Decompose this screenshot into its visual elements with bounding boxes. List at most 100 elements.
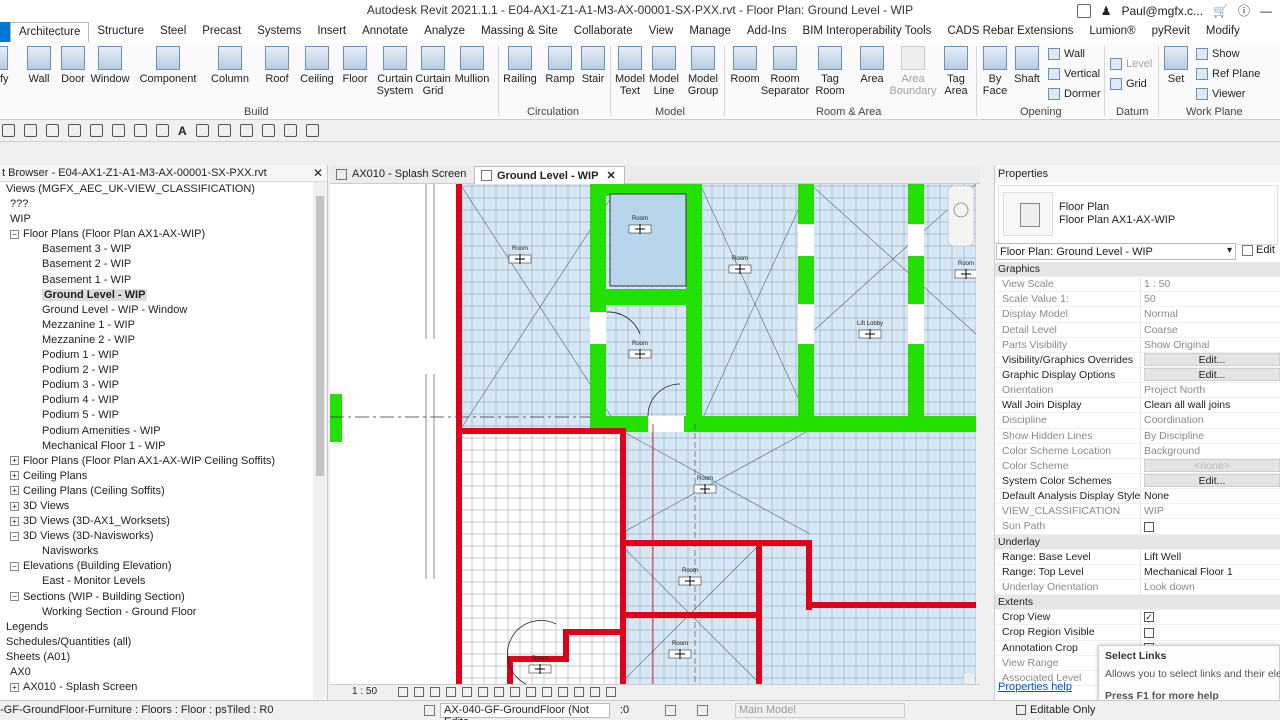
sync-icon[interactable] — [24, 124, 37, 137]
property-section[interactable]: Extents — [995, 595, 1280, 611]
property-value[interactable]: Normal — [1141, 307, 1280, 321]
analytical-model-icon[interactable] — [526, 687, 536, 697]
modify-button[interactable]: ify — [0, 46, 10, 85]
browser-item[interactable]: Podium 2 - WIP — [0, 363, 312, 378]
measure-icon[interactable] — [112, 124, 125, 137]
tab-annotate[interactable]: Annotate — [354, 22, 416, 42]
reveal-hidden-icon[interactable] — [510, 687, 520, 697]
tab-steel[interactable]: Steel — [152, 22, 194, 42]
save-icon[interactable] — [2, 124, 15, 137]
property-value[interactable]: Mechanical Floor 1 — [1141, 565, 1280, 579]
opening-vertical-button[interactable]: Vertical — [1048, 68, 1100, 80]
redo-icon[interactable] — [68, 124, 81, 137]
browser-item[interactable]: Basement 2 - WIP — [0, 257, 312, 272]
browser-item[interactable]: +3D Views — [0, 499, 312, 514]
cart-icon[interactable]: 🛒 — [1213, 4, 1228, 18]
railing-button[interactable]: Railing — [502, 46, 538, 85]
curtain-grid-button[interactable]: Curtain Grid — [414, 46, 452, 97]
browser-item[interactable]: + Ceiling Plans — [0, 469, 312, 484]
browser-item[interactable]: Mechanical Floor 1 - WIP — [0, 439, 312, 454]
tab-pyrevit[interactable]: pyRevit — [1144, 22, 1198, 42]
browser-item[interactable]: AX0 — [0, 665, 312, 680]
property-value[interactable] — [1141, 519, 1280, 533]
browser-item[interactable]: − Floor Plans (Floor Plan AX1-AX-WIP) — [0, 227, 312, 242]
tab-precast[interactable]: Precast — [194, 22, 249, 42]
property-value[interactable]: Edit... — [1141, 473, 1280, 488]
opening-dormer-button[interactable]: Dormer — [1048, 88, 1101, 100]
ref-plane-button[interactable]: Ref Plane — [1196, 68, 1260, 80]
browser-item[interactable]: Basement 3 - WIP — [0, 242, 312, 257]
expand-icon[interactable]: + — [10, 516, 19, 526]
room-button[interactable]: Room — [728, 46, 762, 85]
customize-icon[interactable] — [305, 124, 319, 137]
curtain-system-button[interactable]: Curtain System — [376, 46, 414, 97]
property-checkbox[interactable] — [1144, 521, 1154, 532]
expand-icon[interactable]: + — [10, 456, 19, 466]
switch-windows-icon[interactable] — [283, 124, 297, 137]
instance-dropdown[interactable]: Floor Plan: Ground Level - WIP — [996, 243, 1236, 260]
wall-button[interactable]: Wall — [24, 46, 54, 85]
by-face-button[interactable]: By Face — [980, 46, 1010, 97]
tab-modify[interactable]: Modify — [1198, 22, 1248, 42]
property-checkbox[interactable]: ✓ — [1144, 612, 1154, 623]
browser-item[interactable]: Sheets (A01) — [0, 650, 312, 665]
section-icon[interactable] — [217, 124, 231, 137]
tab-manage[interactable]: Manage — [681, 22, 739, 42]
crop-view-icon[interactable] — [462, 687, 472, 697]
browser-item[interactable]: WIP — [0, 212, 312, 227]
print-icon[interactable] — [90, 124, 103, 137]
tab-add-ins[interactable]: Add-Ins — [739, 22, 795, 42]
type-selector[interactable]: Floor Plan Floor Plan AX1-AX-WIP — [998, 185, 1278, 245]
user-name[interactable]: Paul@mgfx.c... — [1121, 4, 1203, 18]
browser-item[interactable]: −3D Views (3D-Navisworks) — [0, 529, 312, 544]
property-value[interactable]: WIP — [1141, 504, 1280, 518]
binoculars-icon[interactable] — [1076, 3, 1091, 18]
tab-bim-interoperability[interactable]: BIM Interoperability Tools — [795, 22, 940, 42]
property-checkbox[interactable] — [1144, 627, 1154, 638]
browser-item[interactable]: Podium 4 - WIP — [0, 393, 312, 408]
property-value[interactable]: Show Original — [1141, 338, 1280, 352]
tab-structure[interactable]: Structure — [89, 22, 152, 42]
highlight-displacement-icon[interactable] — [542, 687, 552, 697]
expand-icon[interactable]: + — [10, 486, 19, 496]
property-value[interactable]: 50 — [1141, 292, 1280, 306]
model-text-button[interactable]: Model Text — [614, 46, 646, 97]
collapse-icon[interactable]: − — [10, 561, 19, 571]
help-icon[interactable]: ⓘ — [1238, 2, 1250, 19]
text-icon[interactable]: A — [178, 124, 187, 138]
floor-plan-drawing[interactable]: Room Room Room Lift Lobby Room Room Room Room Ro… — [330, 184, 976, 684]
opening-wall-button[interactable]: Wall — [1048, 48, 1085, 60]
close-icon[interactable]: ✕ — [313, 166, 323, 180]
tab-massing-site[interactable]: Massing & Site — [473, 22, 566, 42]
browser-item[interactable]: ??? — [0, 197, 312, 212]
tab-cads-rebar[interactable]: CADS Rebar Extensions — [939, 22, 1081, 42]
room-separator-button[interactable]: Room Separator — [761, 46, 809, 97]
minimize-button[interactable]: — — [1260, 4, 1272, 18]
collapse-icon[interactable]: − — [10, 229, 19, 239]
floor-button[interactable]: Floor — [340, 46, 370, 85]
browser-item[interactable]: Ground Level - WIP — [0, 288, 312, 303]
browser-item[interactable]: Podium 1 - WIP — [0, 348, 312, 363]
property-section[interactable]: Graphics — [995, 262, 1280, 278]
crop-region-icon[interactable] — [478, 687, 488, 697]
tag-icon[interactable] — [156, 124, 169, 137]
tab-ground-level[interactable]: Ground Level - WIP ✕ — [474, 166, 625, 184]
tab-view[interactable]: View — [641, 22, 682, 42]
browser-item[interactable]: Views (MGFX_AEC_UK-VIEW_CLASSIFICATION) — [0, 182, 312, 197]
worksharing-display-icon[interactable] — [574, 687, 584, 697]
browser-item[interactable]: Podium 5 - WIP — [0, 408, 312, 423]
tab-insert[interactable]: Insert — [309, 22, 354, 42]
model-group-button[interactable]: Model Group — [686, 46, 720, 97]
browser-item[interactable]: Mezzanine 2 - WIP — [0, 333, 312, 348]
editable-only-checkbox[interactable] — [1016, 705, 1026, 715]
browser-item[interactable]: +3D Views (3D-AX1_Worksets) — [0, 514, 312, 529]
property-section[interactable]: Underlay — [995, 534, 1280, 550]
tag-room-button[interactable]: Tag Room — [814, 46, 846, 97]
tab-splash-screen[interactable]: AX010 - Splash Screen — [330, 166, 474, 184]
property-edit-button[interactable]: Edit... — [1144, 352, 1280, 366]
property-edit-button[interactable]: <none> — [1144, 458, 1280, 472]
stair-button[interactable]: Stair — [578, 46, 608, 85]
tab-analyze[interactable]: Analyze — [416, 22, 473, 42]
editing-requests-icon[interactable] — [665, 705, 676, 716]
tab-systems[interactable]: Systems — [249, 22, 309, 42]
